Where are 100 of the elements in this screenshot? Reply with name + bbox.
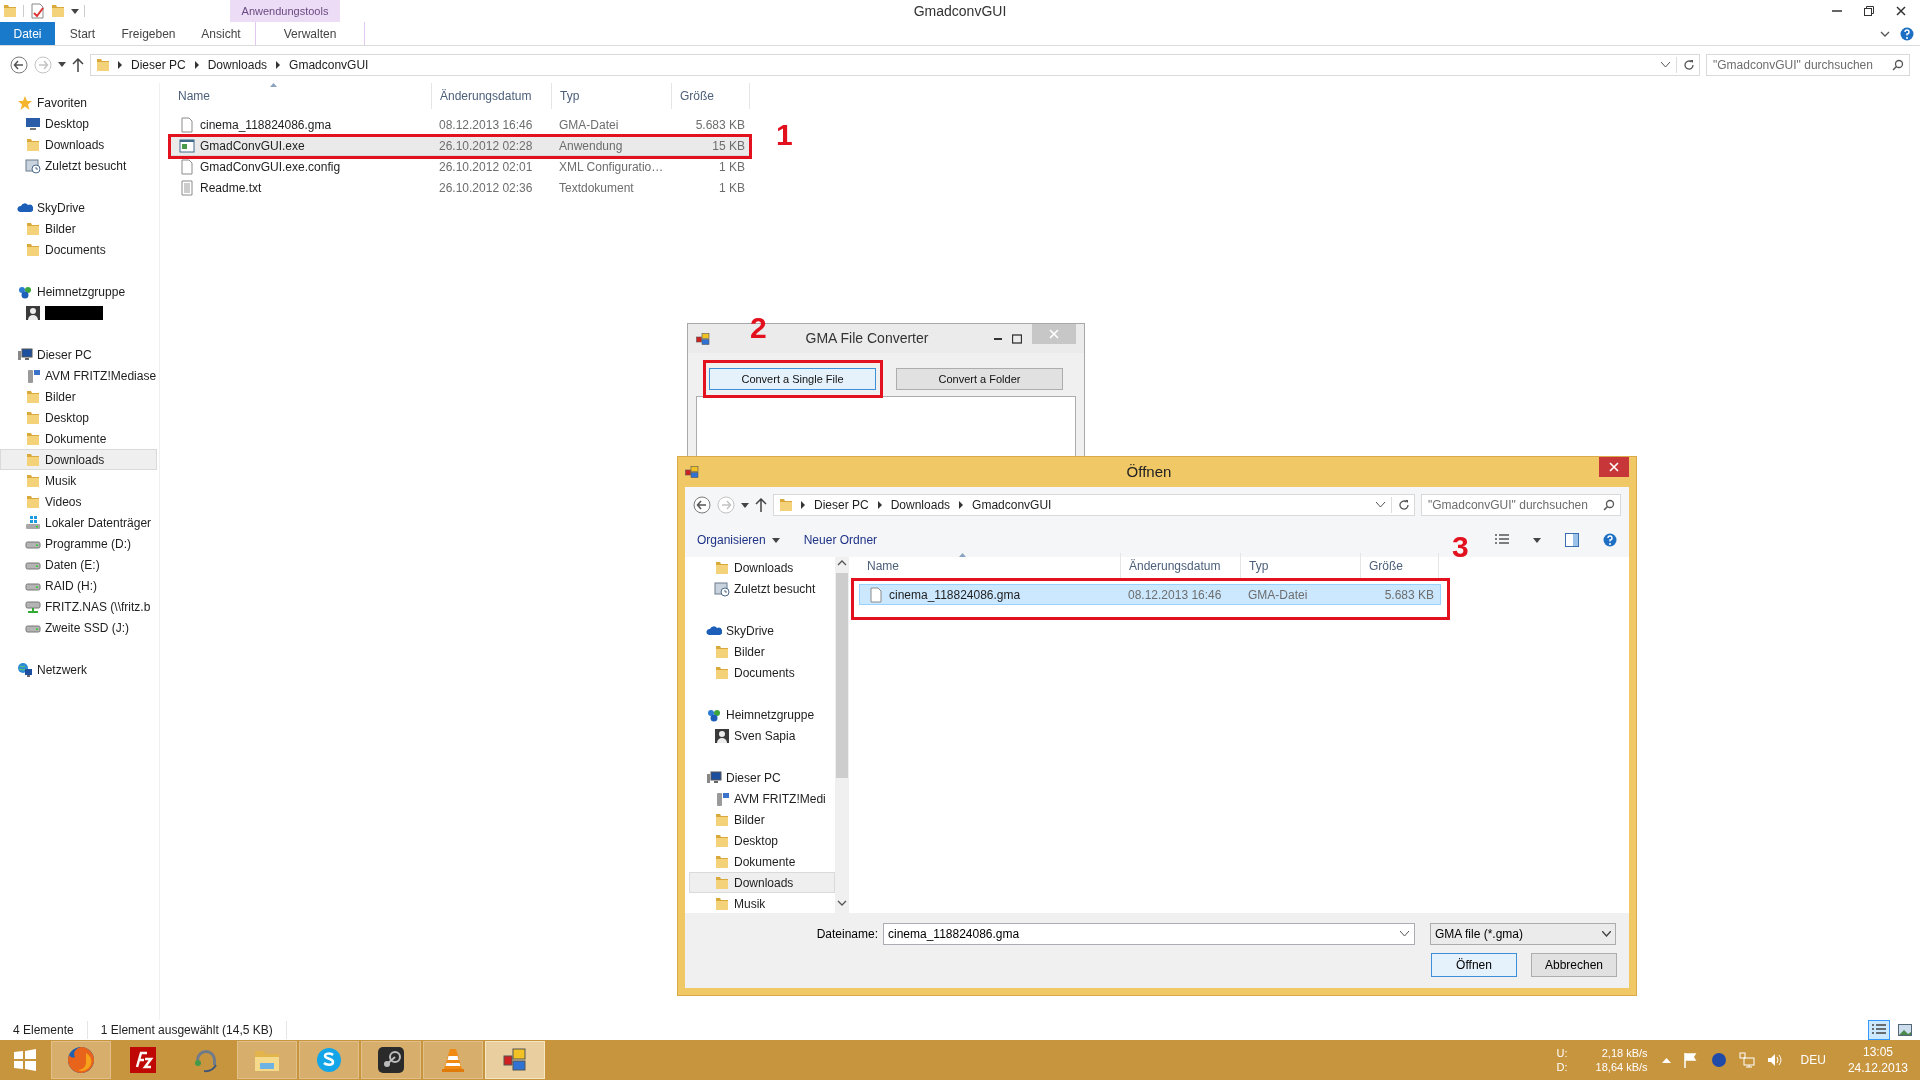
column-header[interactable]: Typ xyxy=(552,83,672,109)
address-bar[interactable]: Dieser PC Downloads GmadconvGUI xyxy=(773,494,1415,516)
tree-item[interactable]: Dieser PC xyxy=(689,767,835,788)
convert-button[interactable]: Convert a Single File xyxy=(709,368,876,390)
network-drive-icon xyxy=(25,598,41,615)
tree-item[interactable]: Downloads xyxy=(689,872,835,893)
column-header[interactable]: Typ xyxy=(1241,553,1361,579)
refresh-icon xyxy=(1398,499,1410,511)
tree-item[interactable]: AVM FRITZ!Medi xyxy=(689,788,835,809)
tree-item[interactable]: Documents xyxy=(689,662,835,683)
tree-item[interactable]: SkyDrive xyxy=(689,620,835,641)
details-view-button[interactable] xyxy=(1868,1020,1890,1040)
tree-item[interactable]: AVM FRITZ!Mediase xyxy=(0,365,157,386)
tree-item[interactable]: Dokumente xyxy=(0,428,157,449)
close-icon xyxy=(1609,462,1619,472)
folder-icon xyxy=(778,497,794,513)
organize-menu[interactable]: Organisieren xyxy=(697,531,780,549)
taskbar-app[interactable] xyxy=(361,1041,421,1079)
file-type-dropdown[interactable]: GMA file (*.gma) xyxy=(1430,923,1616,945)
sort-arrow-icon xyxy=(270,83,277,87)
ribbon-tab[interactable]: Start xyxy=(55,22,110,45)
column-header[interactable]: Name xyxy=(170,83,432,109)
file-icon xyxy=(179,158,195,175)
history-caret-icon xyxy=(741,502,749,508)
file-name: cinema_118824086.gma xyxy=(889,586,1021,604)
dialog-button[interactable]: Öffnen xyxy=(1431,953,1517,977)
tree-item[interactable]: Heimnetzgruppe xyxy=(689,704,835,725)
tree-item[interactable]: Sven Sapia xyxy=(689,725,835,746)
tree-item[interactable]: Downloads xyxy=(0,134,157,155)
breadcrumb-item[interactable]: Dieser PC xyxy=(812,496,871,514)
search-field[interactable]: "GmadconvGUI" durchsuchen xyxy=(1421,494,1621,516)
app-icon xyxy=(696,332,710,345)
download-label: D: xyxy=(1556,1060,1568,1074)
column-header[interactable]: Name xyxy=(859,553,1121,579)
tree-item[interactable]: Bilder xyxy=(689,809,835,830)
folder-icon xyxy=(2,3,18,19)
tree-item[interactable]: FRITZ.NAS (\\fritz.b xyxy=(0,596,157,617)
ribbon-tab[interactable]: Verwalten xyxy=(255,22,365,45)
new-folder-button[interactable]: Neuer Ordner xyxy=(803,531,878,549)
tree-item[interactable]: Documents xyxy=(0,239,157,260)
chevron-icon xyxy=(876,501,883,509)
ribbon-tab[interactable]: Freigeben xyxy=(110,22,187,45)
column-header[interactable]: Größe xyxy=(1361,553,1439,579)
column-header[interactable]: Änderungsdatum xyxy=(432,83,552,109)
tree-item[interactable]: Zweite SSD (J:) xyxy=(0,617,157,638)
search-field[interactable]: "GmadconvGUI" durchsuchen xyxy=(1706,53,1910,76)
close-button[interactable] xyxy=(1599,457,1629,477)
tree-item[interactable]: RAID (H:) xyxy=(0,575,157,596)
back-icon xyxy=(693,496,711,514)
tree-item[interactable]: Favoriten xyxy=(0,92,157,113)
clock-date: 24.12.2013 xyxy=(1847,1060,1908,1076)
breadcrumb-item[interactable]: GmadconvGUI xyxy=(970,496,1054,514)
convert-button[interactable]: Convert a Folder xyxy=(896,368,1063,390)
up-arrow-icon xyxy=(755,498,767,512)
tree-item[interactable]: Musik xyxy=(0,470,157,491)
sort-arrow-icon xyxy=(959,553,966,557)
tree-item[interactable]: Bilder xyxy=(689,641,835,662)
column-header[interactable]: Größe xyxy=(672,83,750,109)
tree-item[interactable]: Bilder xyxy=(0,386,157,407)
tree-item[interactable]: Daten (E:) xyxy=(0,554,157,575)
tree-item[interactable]: Zuletzt besucht xyxy=(0,155,157,176)
file-row[interactable]: GmadConvGUI.exe.config 26.10.2012 02:01 XML Configuratio… 1 KB xyxy=(170,156,752,177)
dialog-button[interactable]: Abbrechen xyxy=(1531,953,1617,977)
file-date: 26.10.2012 02:28 xyxy=(438,137,534,155)
breadcrumb-item[interactable]: Dieser PC xyxy=(129,55,188,74)
tree-item[interactable]: Downloads xyxy=(0,449,157,470)
filename-field[interactable]: cinema_118824086.gma xyxy=(883,923,1415,945)
tree-item[interactable]: Desktop xyxy=(689,830,835,851)
tree-item[interactable]: Dieser PC xyxy=(0,344,157,365)
tree-item[interactable]: Heimnetzgruppe xyxy=(0,281,157,302)
breadcrumb-item[interactable]: Downloads xyxy=(205,55,270,74)
tree-item[interactable]: Desktop xyxy=(0,113,157,134)
tree-item[interactable]: Dokumente xyxy=(689,851,835,872)
file-size: 5.683 KB xyxy=(1383,586,1435,604)
firefox-icon xyxy=(66,1045,96,1075)
ribbon-tab[interactable]: Datei xyxy=(0,22,55,45)
history-caret-icon xyxy=(58,62,66,67)
clock-icon xyxy=(25,157,41,174)
tree-item[interactable]: Bilder xyxy=(0,218,157,239)
tree-item[interactable]: Downloads xyxy=(689,557,835,578)
column-header[interactable]: Änderungsdatum xyxy=(1121,553,1241,579)
restore-icon xyxy=(1864,6,1874,16)
file-row[interactable]: Readme.txt 26.10.2012 02:36 Textdokument 1 KB xyxy=(170,177,752,198)
dropdown-caret-icon xyxy=(1376,502,1385,508)
breadcrumb-item[interactable]: GmadconvGUI xyxy=(287,55,371,74)
tree-item[interactable]: SkyDrive xyxy=(0,197,157,218)
tree-item[interactable]: Desktop xyxy=(0,407,157,428)
ribbon-tab[interactable]: Ansicht xyxy=(187,22,255,45)
address-bar[interactable]: Dieser PC Downloads GmadconvGUI xyxy=(90,53,1700,76)
chevron-icon xyxy=(117,60,123,69)
tree-item[interactable]: Programme (D:) xyxy=(0,533,157,554)
file-size: 15 KB xyxy=(711,137,746,155)
tree-item[interactable]: Lokaler Datenträger xyxy=(0,512,157,533)
file-row[interactable]: cinema_118824086.gma 08.12.2013 16:46 GMA-Datei 5.683 KB xyxy=(170,114,752,135)
tree-item[interactable]: Zuletzt besucht xyxy=(689,578,835,599)
tree-item[interactable]: Videos xyxy=(0,491,157,512)
file-row[interactable]: cinema_118824086.gma 08.12.2013 16:46 GMA-Datei 5.683 KB xyxy=(859,584,1441,605)
tree-item[interactable]: Netzwerk xyxy=(0,659,157,680)
file-row[interactable]: GmadConvGUI.exe 26.10.2012 02:28 Anwendung 15 KB xyxy=(170,135,752,156)
breadcrumb-item[interactable]: Downloads xyxy=(888,496,953,514)
